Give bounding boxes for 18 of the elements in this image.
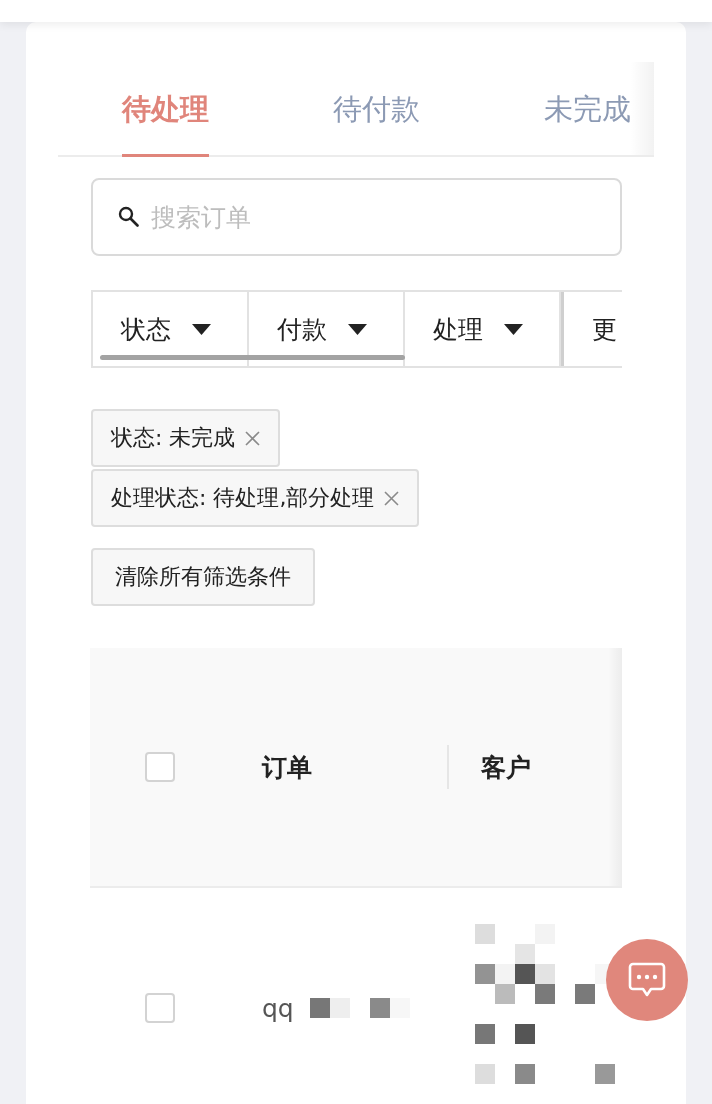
clear-filters-button[interactable]: 清除所有筛选条件 (91, 548, 315, 606)
table-cell: qq (262, 993, 294, 1023)
pixel-mosaic-icon (309, 998, 410, 1018)
close-icon[interactable] (384, 490, 400, 506)
filter-tag[interactable]: 状态: 未完成 (91, 409, 281, 467)
close-icon[interactable] (245, 430, 261, 446)
chat-bubble-icon (628, 962, 666, 998)
caret-down-icon (192, 323, 211, 335)
column-header: 客户 (481, 751, 531, 784)
checkbox[interactable] (145, 752, 175, 782)
column-header: 订单 (262, 751, 312, 784)
search-icon (118, 206, 139, 227)
filter-tag[interactable]: 处理状态: 待处理,部分处理 (91, 469, 420, 527)
checkbox[interactable] (145, 993, 175, 1023)
caret-down-icon (348, 323, 367, 335)
scrollbar-thumb[interactable] (100, 355, 405, 360)
caret-down-icon (504, 323, 523, 335)
search-field[interactable]: 搜索订单 (91, 178, 622, 256)
